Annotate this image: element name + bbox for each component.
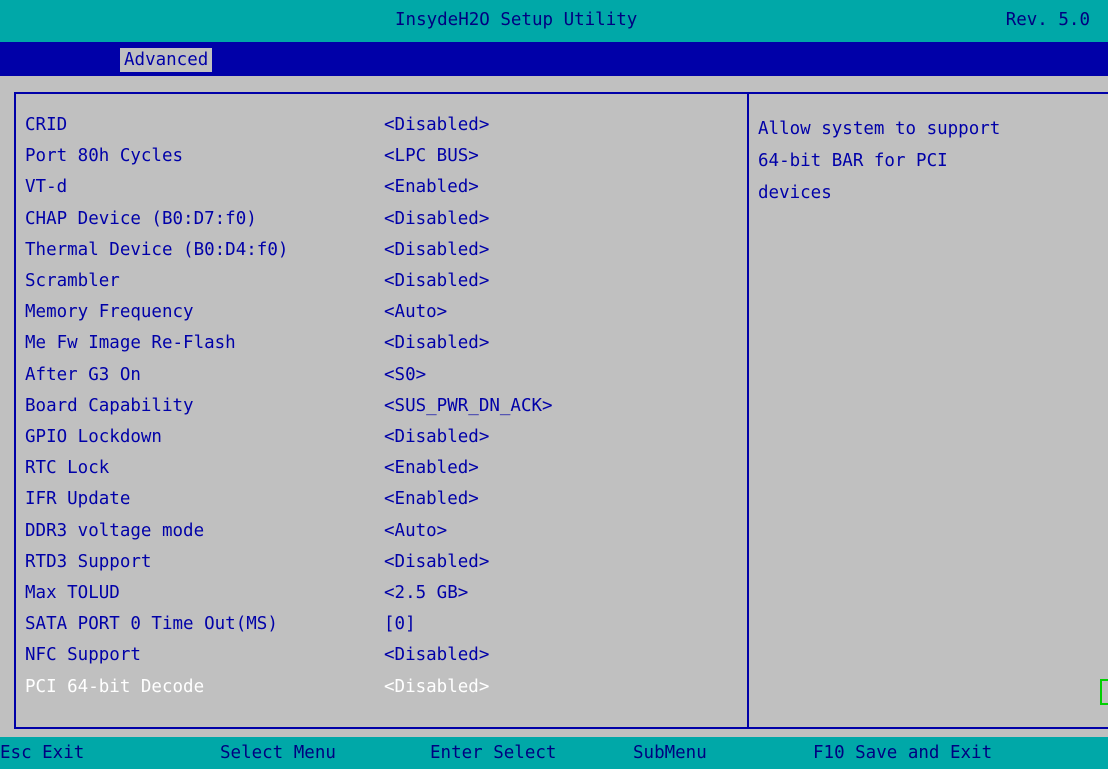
setting-label: PCI 64-bit Decode: [25, 676, 205, 697]
setting-row[interactable]: PCI 64-bit Decode <Disabled>: [25, 675, 725, 699]
setting-row[interactable]: GPIO Lockdown <Disabled>: [25, 425, 725, 449]
setting-row[interactable]: Max TOLUD <2.5 GB>: [25, 581, 725, 605]
revision-label: Rev. 5.0: [1005, 10, 1090, 30]
setting-row[interactable]: Board Capability <SUS_PWR_DN_ACK>: [25, 394, 725, 418]
setting-label: RTC Lock: [25, 458, 110, 479]
setting-value[interactable]: <Disabled>: [384, 675, 489, 699]
setting-label: GPIO Lockdown: [25, 427, 162, 447]
setting-value[interactable]: <LPC BUS>: [384, 144, 479, 168]
footer-submenu: SubMenu: [633, 743, 707, 763]
setting-value[interactable]: <Enabled>: [384, 487, 479, 511]
setting-row[interactable]: RTC Lock <Enabled>: [25, 456, 725, 480]
setting-row[interactable]: Me Fw Image Re-Flash <Disabled>: [25, 331, 725, 355]
footer-select-menu: Select Menu: [220, 743, 336, 763]
setting-row[interactable]: CHAP Device (B0:D7:f0) <Disabled>: [25, 207, 725, 231]
setting-value[interactable]: <Enabled>: [384, 175, 479, 199]
setting-label: RTD3 Support: [25, 551, 152, 572]
setting-label: Me Fw Image Re-Flash: [25, 333, 236, 354]
setting-row[interactable]: SATA PORT 0 Time Out(MS) [0]: [25, 612, 725, 636]
app-title: InsydeH2O Setup Utility: [395, 10, 638, 30]
menu-bar: Advanced: [0, 42, 1108, 76]
setting-value[interactable]: <Disabled>: [384, 207, 489, 231]
scroll-indicator: [1100, 679, 1108, 705]
help-line: devices: [758, 183, 832, 203]
setting-value[interactable]: <Disabled>: [384, 269, 489, 293]
setting-row[interactable]: Scrambler <Disabled>: [25, 269, 725, 293]
tab-advanced[interactable]: Advanced: [120, 48, 213, 72]
setting-value[interactable]: <Disabled>: [384, 425, 489, 449]
setting-label: CRID: [25, 115, 68, 135]
setting-value[interactable]: <Disabled>: [384, 113, 489, 137]
setting-label: Memory Frequency: [25, 302, 194, 323]
setting-value[interactable]: <S0>: [384, 363, 426, 387]
setting-value[interactable]: <Disabled>: [384, 331, 489, 355]
footer-save-exit: F10 Save and Exit: [813, 743, 993, 763]
setting-value[interactable]: <SUS_PWR_DN_ACK>: [384, 394, 553, 418]
setting-label: SATA PORT 0 Time Out(MS): [25, 614, 278, 635]
panel-divider: [747, 92, 749, 729]
setting-row[interactable]: VT-d <Enabled>: [25, 175, 725, 199]
help-line: 64-bit BAR for PCI: [758, 151, 948, 171]
setting-row[interactable]: RTD3 Support <Disabled>: [25, 550, 725, 574]
footer-bar: Esc Exit Select Menu Enter Select SubMen…: [0, 737, 1108, 769]
setting-value[interactable]: <Disabled>: [384, 550, 489, 574]
setting-value[interactable]: <Auto>: [384, 519, 447, 543]
footer-enter-select: Enter Select: [430, 743, 557, 763]
setting-label: CHAP Device (B0:D7:f0): [25, 208, 257, 229]
setting-label: Max TOLUD: [25, 583, 120, 603]
help-line: Allow system to support: [758, 119, 1001, 139]
setting-label: Board Capability: [25, 395, 194, 416]
setting-label: Scrambler: [25, 271, 120, 291]
setting-row[interactable]: NFC Support <Disabled>: [25, 643, 725, 667]
setting-label: NFC Support: [25, 645, 141, 666]
setting-label: IFR Update: [25, 489, 131, 510]
setting-label: Thermal Device (B0:D4:f0): [25, 239, 289, 260]
setting-value[interactable]: <2.5 GB>: [384, 581, 468, 605]
setting-value[interactable]: <Disabled>: [384, 238, 489, 262]
setting-label: DDR3 voltage mode: [25, 520, 205, 541]
setting-row[interactable]: Port 80h Cycles <LPC BUS>: [25, 144, 725, 168]
title-bar: InsydeH2O Setup Utility Rev. 5.0: [0, 0, 1108, 42]
setting-row[interactable]: Thermal Device (B0:D4:f0) <Disabled>: [25, 238, 725, 262]
setting-value[interactable]: [0]: [384, 612, 416, 636]
setting-label: After G3 On: [25, 364, 141, 385]
footer-esc-exit: Esc Exit: [0, 743, 85, 763]
setting-value[interactable]: <Auto>: [384, 300, 447, 324]
setting-label: Port 80h Cycles: [25, 146, 184, 167]
setting-row[interactable]: DDR3 voltage mode <Auto>: [25, 519, 725, 543]
setting-row[interactable]: After G3 On <S0>: [25, 363, 725, 387]
setting-row[interactable]: CRID <Disabled>: [25, 113, 725, 137]
help-panel: Allow system to support 64-bit BAR for P…: [758, 113, 1088, 209]
setting-value[interactable]: <Disabled>: [384, 643, 489, 667]
setting-row[interactable]: IFR Update <Enabled>: [25, 487, 725, 511]
setting-row[interactable]: Memory Frequency <Auto>: [25, 300, 725, 324]
setting-value[interactable]: <Enabled>: [384, 456, 479, 480]
setting-label: VT-d: [25, 177, 68, 198]
